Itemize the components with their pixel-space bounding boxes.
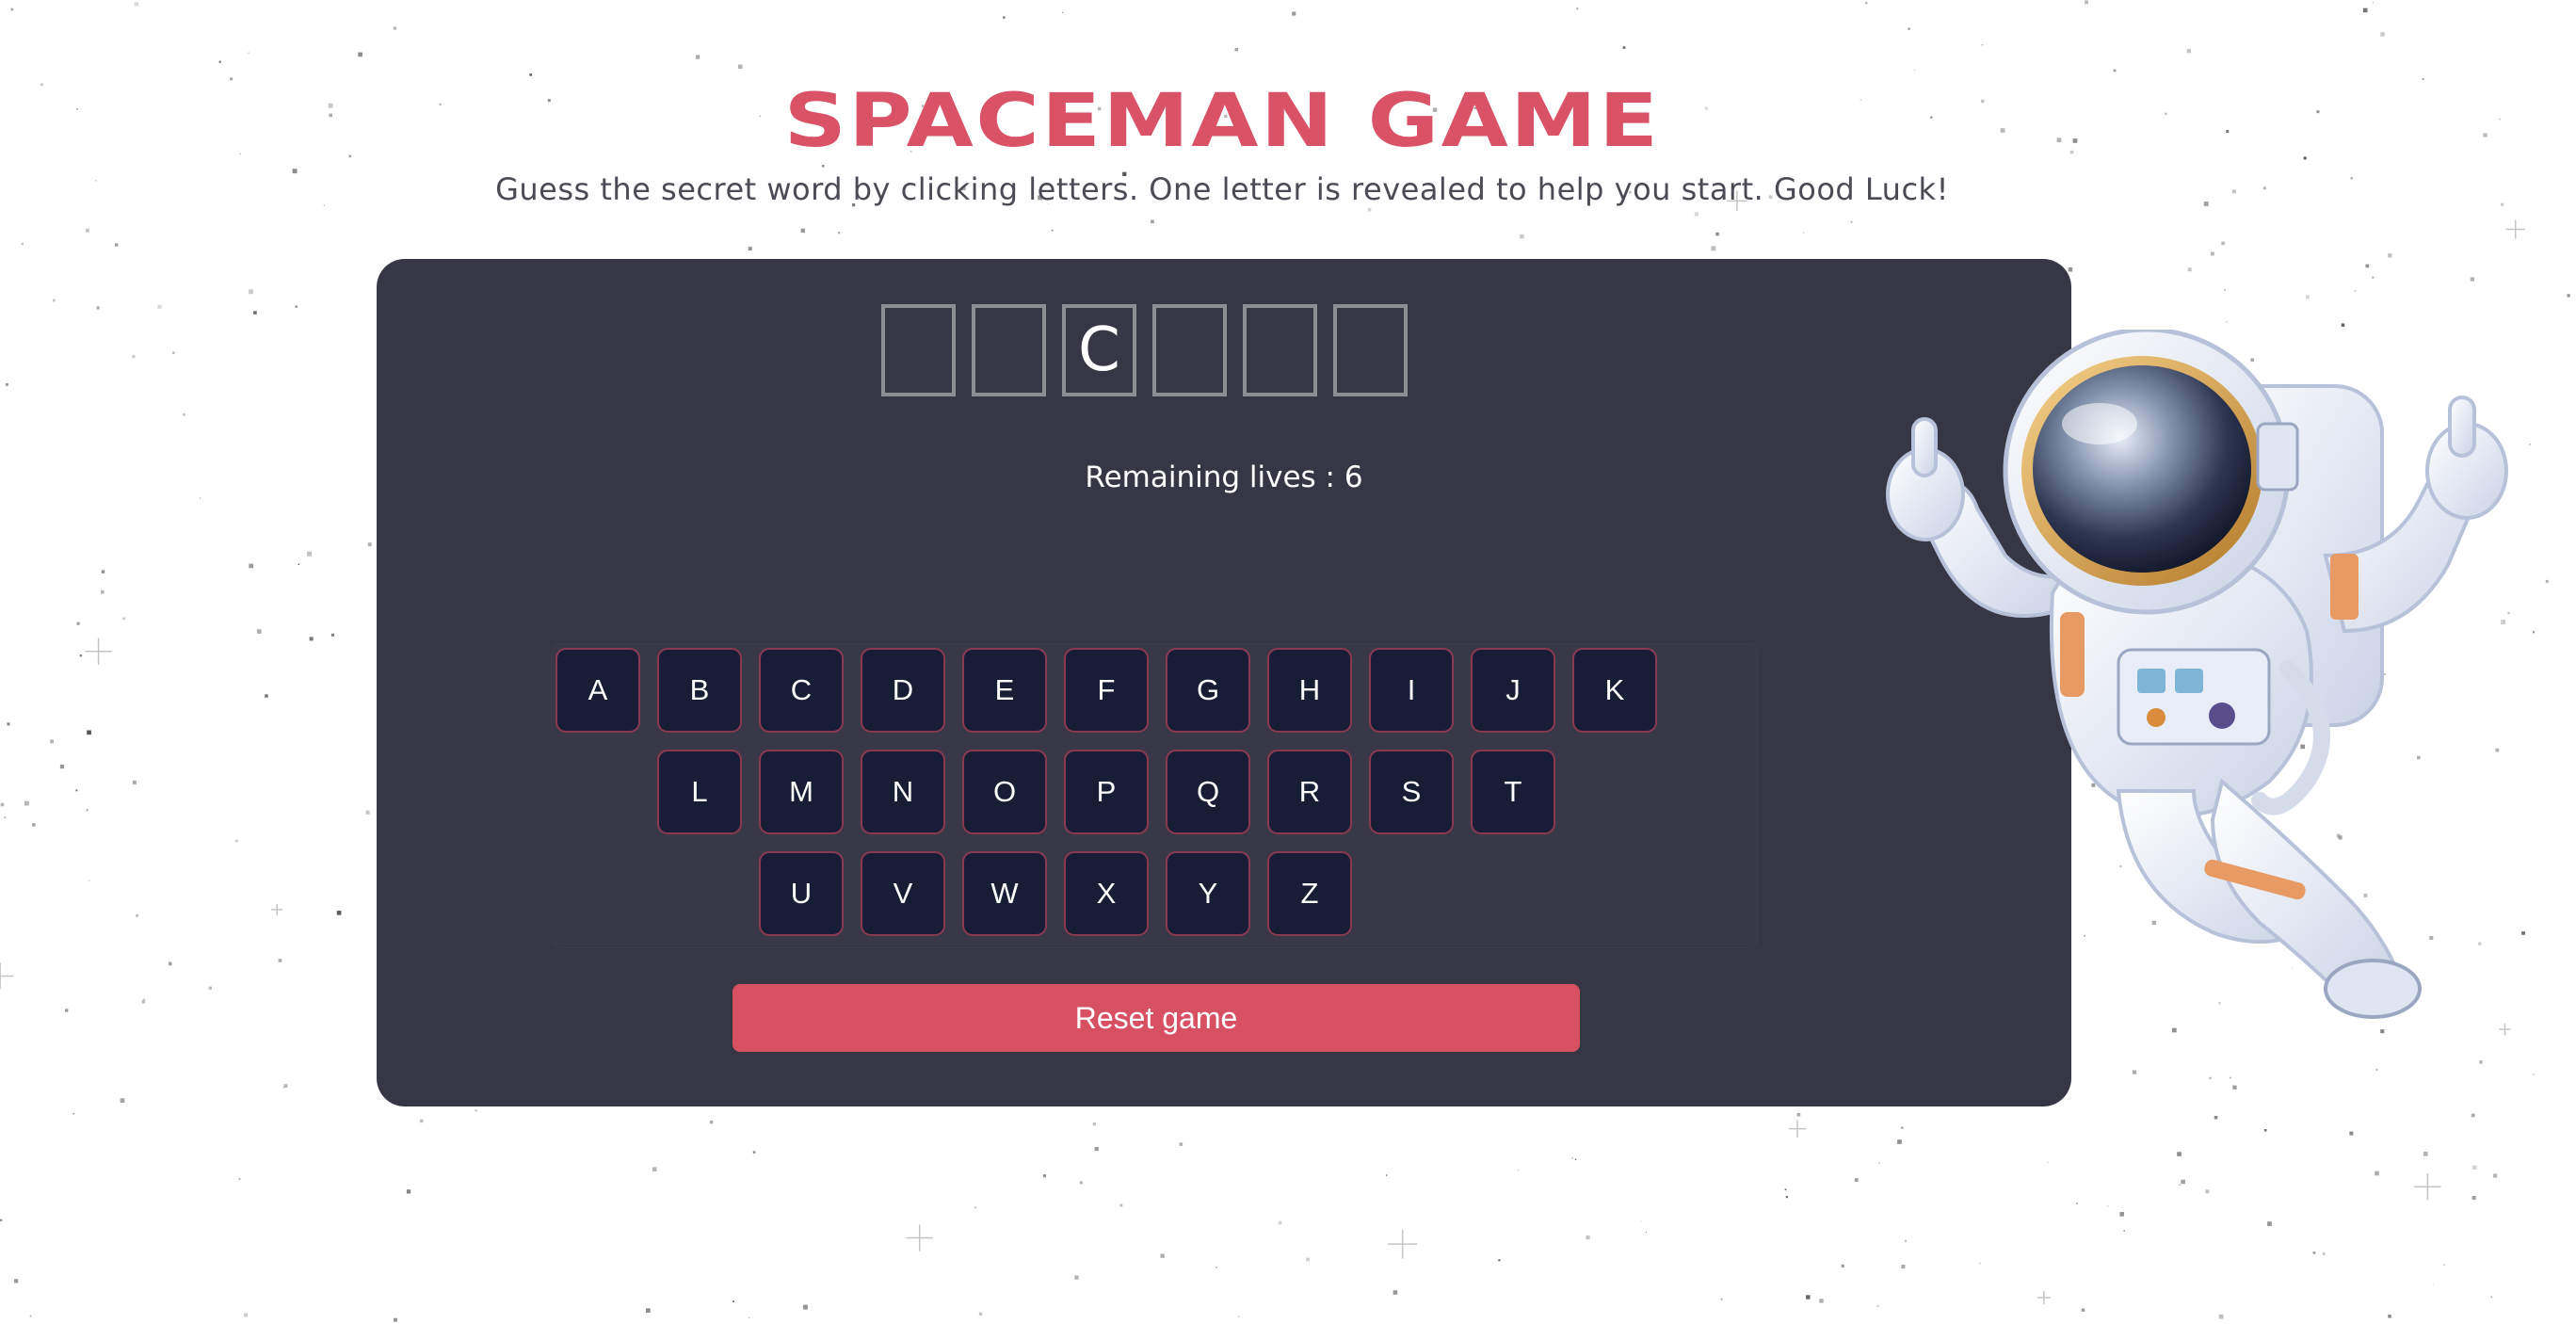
letter-key-l[interactable]: L [657, 750, 742, 834]
letter-slot [1243, 304, 1317, 396]
letter-key-q[interactable]: Q [1166, 750, 1250, 834]
letter-key-i[interactable]: I [1369, 648, 1454, 733]
astronaut-illustration [1886, 330, 2508, 1019]
letter-key-h[interactable]: H [1267, 648, 1352, 733]
letter-key-a[interactable]: A [555, 648, 640, 733]
letter-key-j[interactable]: J [1471, 648, 1555, 733]
letter-slot [972, 304, 1046, 396]
letter-key-t[interactable]: T [1471, 750, 1555, 834]
letter-key-r[interactable]: R [1267, 750, 1352, 834]
letter-key-n[interactable]: N [861, 750, 945, 834]
letter-slot [1333, 304, 1408, 396]
keyboard-row-2: LMNOPQRST [657, 750, 1555, 834]
letter-key-e[interactable]: E [962, 648, 1047, 733]
letter-key-m[interactable]: M [759, 750, 844, 834]
secret-word-slots: C [881, 304, 1408, 396]
letter-slot [881, 304, 956, 396]
letter-key-f[interactable]: F [1064, 648, 1149, 733]
keyboard-row-3: UVWXYZ [759, 851, 1352, 936]
letter-key-c[interactable]: C [759, 648, 844, 733]
letter-key-k[interactable]: K [1572, 648, 1657, 733]
game-page: SPACEMAN GAME Guess the secret word by c… [0, 0, 2576, 1324]
letter-slot [1152, 304, 1227, 396]
letter-key-y[interactable]: Y [1166, 851, 1250, 936]
letter-key-s[interactable]: S [1369, 750, 1454, 834]
letter-key-x[interactable]: X [1064, 851, 1149, 936]
game-title: SPACEMAN GAME [783, 79, 1661, 164]
letter-key-w[interactable]: W [962, 851, 1047, 936]
reset-game-button[interactable]: Reset game [733, 984, 1580, 1052]
keyboard-row-1: ABCDEFGHIJK [555, 648, 1657, 733]
letter-slot: C [1062, 304, 1136, 396]
letter-key-v[interactable]: V [861, 851, 945, 936]
letter-key-z[interactable]: Z [1267, 851, 1352, 936]
letter-key-o[interactable]: O [962, 750, 1047, 834]
game-instructions: Guess the secret word by clicking letter… [495, 171, 1949, 207]
letter-key-g[interactable]: G [1166, 648, 1250, 733]
letter-keyboard: ABCDEFGHIJK LMNOPQRST UVWXYZ [551, 643, 1758, 948]
letter-key-u[interactable]: U [759, 851, 844, 936]
letter-key-p[interactable]: P [1064, 750, 1149, 834]
letter-key-d[interactable]: D [861, 648, 945, 733]
letter-key-b[interactable]: B [657, 648, 742, 733]
